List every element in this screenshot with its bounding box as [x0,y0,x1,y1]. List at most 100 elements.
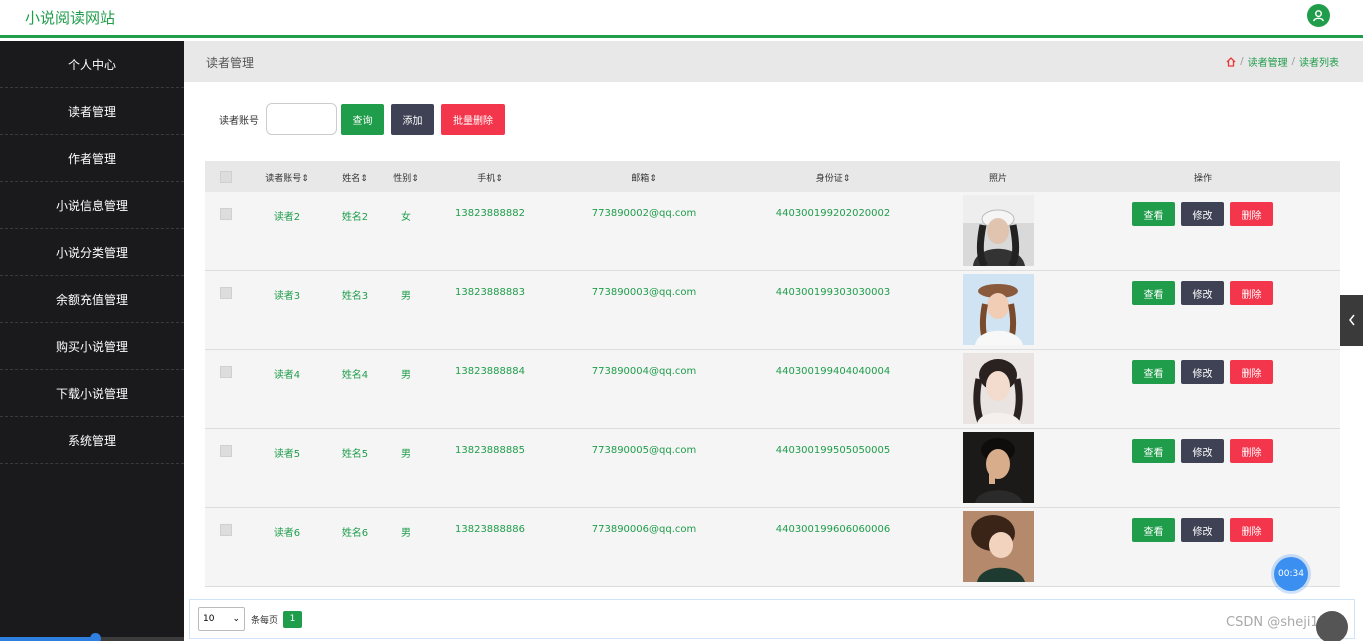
row-actions: 查看 修改 删除 [1132,281,1273,305]
per-page-label: 条每页 [251,615,279,626]
reader-photo [963,274,1034,345]
reader-id-card: 440300199606060006 [775,524,891,535]
view-button[interactable]: 查看 [1132,518,1175,542]
reader-account: 读者6 [273,528,301,539]
reader-email: 773890002@qq.com [591,208,697,219]
edit-button[interactable]: 修改 [1181,202,1224,226]
batch-delete-button[interactable]: 批量删除 [441,103,505,135]
readers-table: 读者账号⇕ 姓名⇕ 性别⇕ 手机⇕ 邮箱⇕ 身份证⇕ 照片 操作 读者2 姓名2… [205,161,1340,587]
view-button[interactable]: 查看 [1132,439,1175,463]
page-number-button[interactable]: 1 [283,610,303,628]
collapse-panel-button[interactable] [1340,295,1363,346]
reader-phone: 13823888882 [455,208,525,219]
column-header-label: 手机 [477,174,496,184]
top-bar: 小说阅读网站 [0,0,1363,38]
row-checkbox[interactable] [220,208,232,220]
page-title: 读者管理 [206,56,255,70]
scroll-top-button[interactable] [1316,611,1348,641]
page-size-value: 10 [203,614,215,624]
sidebar-item-novel-category[interactable]: 小说分类管理 [0,229,184,276]
reader-name: 姓名5 [341,449,369,460]
app-title: 小说阅读网站 [25,9,116,27]
column-header[interactable]: 性别⇕ [393,171,419,184]
row-actions: 查看 修改 删除 [1132,518,1273,542]
reader-id-card: 440300199202020002 [775,208,891,219]
sidebar-item-recharge[interactable]: 余额充值管理 [0,276,184,323]
reader-photo [963,511,1034,582]
edit-button[interactable]: 修改 [1181,360,1224,384]
reader-gender: 男 [401,291,411,302]
video-progress-bar[interactable] [0,633,184,641]
reader-name: 姓名3 [341,291,369,302]
sidebar-item-label: 个人中心 [67,57,116,72]
reader-phone: 13823888886 [455,524,525,535]
add-button[interactable]: 添加 [391,103,434,135]
reader-gender: 男 [401,449,411,460]
sidebar-item-author-management[interactable]: 作者管理 [0,135,184,182]
column-header[interactable]: 读者账号⇕ [265,171,309,184]
column-header-label: 操作 [1193,174,1213,184]
reader-gender: 女 [401,212,411,223]
delete-button[interactable]: 删除 [1230,518,1273,542]
sidebar-item-novel-info[interactable]: 小说信息管理 [0,182,184,229]
reader-email: 773890003@qq.com [591,287,697,298]
chevron-down-icon: ⌄ [232,614,240,624]
breadcrumb: / 读者管理 / 读者列表 [1226,54,1339,69]
sidebar-item-download[interactable]: 下载小说管理 [0,370,184,417]
edit-button[interactable]: 修改 [1181,281,1224,305]
table-header: 读者账号⇕ 姓名⇕ 性别⇕ 手机⇕ 邮箱⇕ 身份证⇕ 照片 操作 [205,161,1340,192]
table-row: 读者6 姓名6 男 13823888886 773890006@qq.com 4… [205,508,1340,587]
row-checkbox[interactable] [220,287,232,299]
progress-knob[interactable] [90,633,101,641]
row-actions: 查看 修改 删除 [1132,360,1273,384]
pagination: 10 ⌄ 条每页 1 [189,599,1355,639]
sidebar-item-system[interactable]: 系统管理 [0,417,184,464]
recording-timer: 00:34 [1274,557,1308,591]
edit-button[interactable]: 修改 [1181,518,1224,542]
view-button[interactable]: 查看 [1132,281,1175,305]
table-row: 读者3 姓名3 男 13823888883 773890003@qq.com 4… [205,271,1340,350]
breadcrumb-separator: / [1291,56,1295,67]
column-header[interactable]: 姓名⇕ [342,171,368,184]
user-icon[interactable] [1307,4,1330,27]
reader-account: 读者5 [273,449,301,460]
table-row: 读者2 姓名2 女 13823888882 773890002@qq.com 4… [205,192,1340,271]
sidebar-item-label: 余额充值管理 [55,292,128,307]
chevron-left-icon [1348,311,1356,330]
reader-phone: 13823888885 [455,445,525,456]
select-all-checkbox[interactable] [220,171,232,183]
sidebar-item-reader-management[interactable]: 读者管理 [0,88,184,135]
reader-id-card: 440300199404040004 [775,366,891,377]
delete-button[interactable]: 删除 [1230,360,1273,384]
row-checkbox[interactable] [220,524,232,536]
breadcrumb-item[interactable]: 读者管理 [1248,54,1288,69]
view-button[interactable]: 查看 [1132,202,1175,226]
breadcrumb-separator: / [1240,56,1244,67]
search-bar: 读者账号 查询 添加 批量删除 [219,103,505,135]
sidebar-item-purchase[interactable]: 购买小说管理 [0,323,184,370]
delete-button[interactable]: 删除 [1230,202,1273,226]
column-header[interactable]: 身份证⇕ [816,171,851,184]
home-icon[interactable] [1226,56,1236,67]
search-label: 读者账号 [219,115,259,127]
delete-button[interactable]: 删除 [1230,281,1273,305]
reader-name: 姓名6 [341,528,369,539]
row-checkbox[interactable] [220,445,232,457]
search-button[interactable]: 查询 [341,103,384,135]
reader-phone: 13823888884 [455,366,525,377]
reader-gender: 男 [401,528,411,539]
sidebar-item-personal-center[interactable]: 个人中心 [0,41,184,88]
view-button[interactable]: 查看 [1132,360,1175,384]
breadcrumb-item[interactable]: 读者列表 [1299,54,1339,69]
reader-account-input[interactable] [266,103,337,135]
column-header[interactable]: 邮箱⇕ [631,171,657,184]
column-header-label: 邮箱 [631,174,650,184]
page-size-select[interactable]: 10 ⌄ [198,607,245,631]
reader-id-card: 440300199505050005 [775,445,891,456]
edit-button[interactable]: 修改 [1181,439,1224,463]
sidebar-item-label: 小说分类管理 [55,245,128,260]
delete-button[interactable]: 删除 [1230,439,1273,463]
reader-photo [963,195,1034,266]
row-checkbox[interactable] [220,366,232,378]
column-header[interactable]: 手机⇕ [477,171,503,184]
